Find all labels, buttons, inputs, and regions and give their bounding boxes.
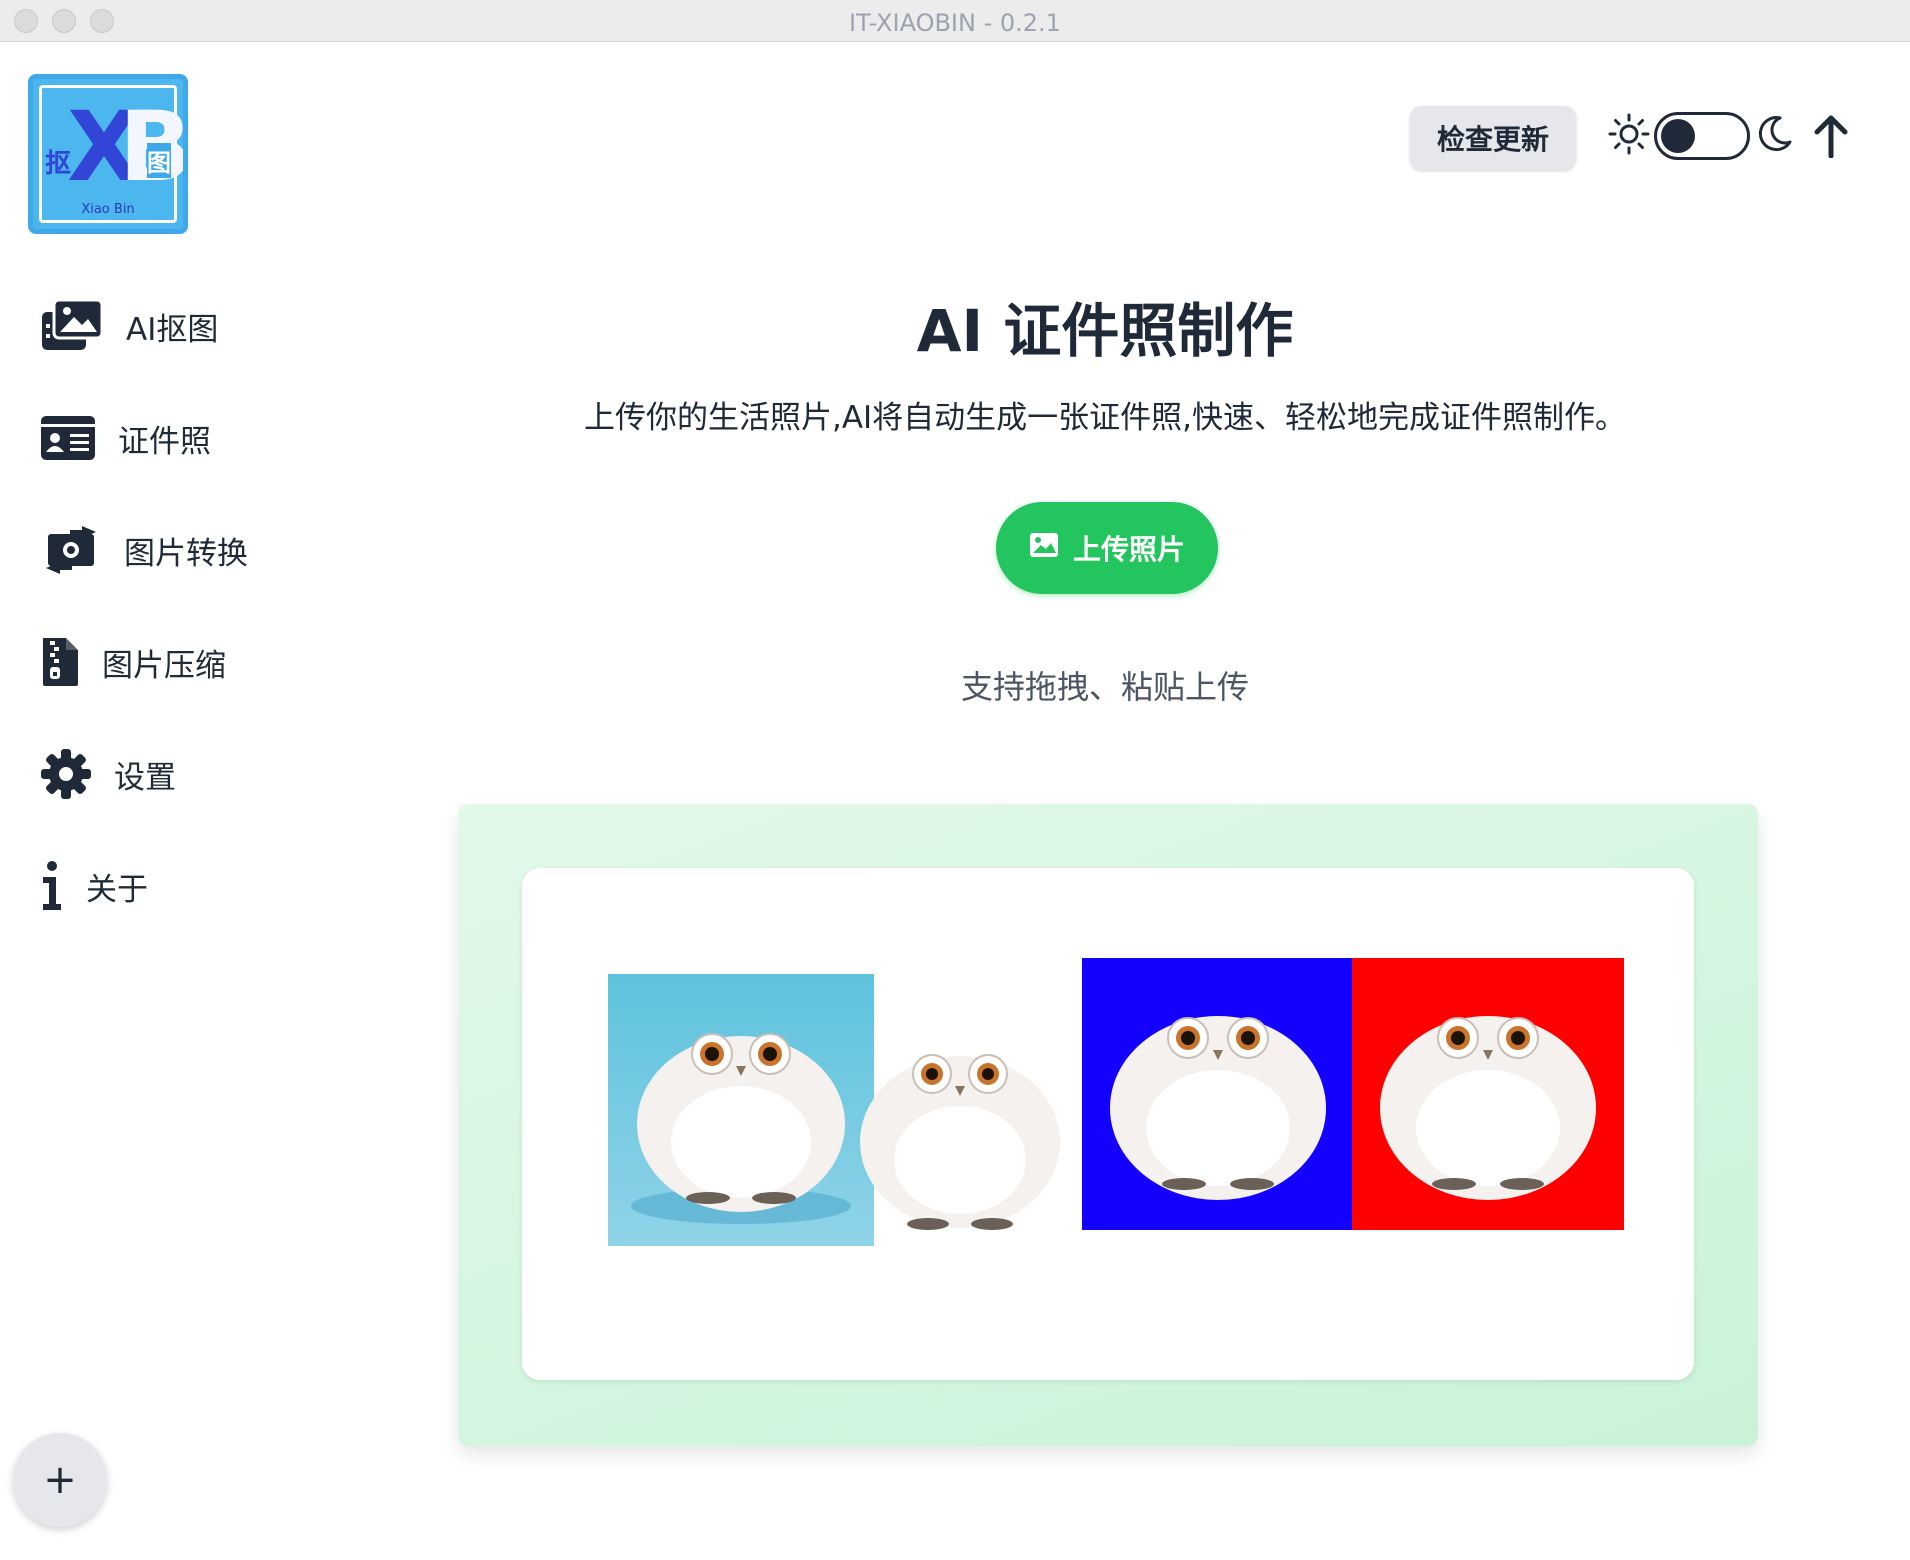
logo-tagline: Xiao Bin (81, 202, 135, 217)
logo-letter-x: X (67, 91, 141, 203)
demo-card (522, 868, 1694, 1380)
demo-panel (458, 804, 1758, 1446)
sample-blue-id-photo (1082, 958, 1354, 1230)
moon-icon (1754, 114, 1794, 158)
sidebar-item-id-photo[interactable]: 证件照 (40, 408, 211, 468)
sidebar-item-ai-cutout[interactable]: AI抠图 (40, 296, 218, 356)
window-titlebar: IT-XIAOBIN - 0.2.1 (0, 0, 1910, 42)
sidebar-item-about[interactable]: 关于 (40, 856, 148, 916)
theme-switch-knob (1661, 119, 1695, 153)
sun-icon (1608, 113, 1650, 159)
gear-icon (40, 748, 92, 800)
page-title: AI 证件照制作 (916, 297, 1294, 365)
theme-toggle[interactable] (1608, 112, 1794, 160)
sidebar-item-label: 证件照 (118, 423, 211, 460)
logo-char-right: 图 (147, 143, 171, 178)
sample-cutout-photo (834, 1018, 1086, 1258)
id-card-icon (40, 414, 96, 462)
upload-photo-button[interactable]: 上传照片 (996, 502, 1218, 594)
upload-photo-label: 上传照片 (1072, 533, 1185, 566)
app-logo: 抠 XB 图 Xiao Bin (28, 74, 188, 234)
page-subtitle: 上传你的生活照片,AI将自动生成一张证件照,快速、轻松地完成证件照制作。 (583, 400, 1627, 436)
money-bill-transfer-icon (40, 524, 102, 576)
arrow-up-icon[interactable] (1812, 114, 1850, 162)
add-button[interactable]: + (13, 1433, 107, 1527)
sidebar-item-label: AI抠图 (126, 311, 219, 348)
sample-red-id-photo (1352, 958, 1624, 1230)
check-update-button[interactable]: 检查更新 (1410, 106, 1576, 170)
sidebar-item-image-convert[interactable]: 图片转换 (40, 520, 248, 580)
sidebar-item-label: 图片转换 (124, 535, 248, 572)
sidebar-item-label: 图片压缩 (102, 647, 226, 684)
image-icon (1029, 532, 1073, 565)
sidebar-item-label: 关于 (86, 871, 148, 908)
sidebar-item-label: 设置 (114, 759, 176, 796)
theme-switch[interactable] (1654, 112, 1750, 160)
images-icon (40, 298, 104, 354)
sidebar-item-image-compress[interactable]: 图片压缩 (40, 632, 226, 692)
info-icon (40, 860, 64, 912)
window-title: IT-XIAOBIN - 0.2.1 (849, 9, 1061, 37)
sidebar-item-settings[interactable]: 设置 (40, 744, 176, 804)
upload-hint: 支持拖拽、粘贴上传 (960, 668, 1249, 706)
file-zipper-icon (40, 636, 80, 688)
